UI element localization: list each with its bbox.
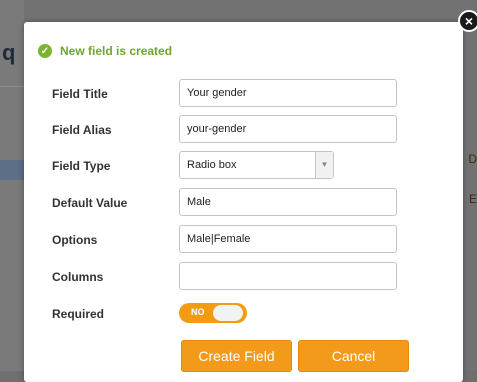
chevron-down-icon[interactable]: ▼: [315, 152, 333, 178]
options-row: Options: [0, 225, 477, 255]
toggle-state-text: NO: [191, 307, 205, 317]
field-title-input[interactable]: [179, 79, 397, 107]
options-label: Options: [52, 233, 98, 247]
field-title-label: Field Title: [52, 87, 108, 101]
close-icon[interactable]: ×: [458, 10, 477, 32]
default-value-row: Default Value: [0, 188, 477, 218]
field-type-label: Field Type: [52, 159, 111, 173]
required-label: Required: [52, 307, 105, 321]
toggle-knob[interactable]: [213, 305, 243, 321]
columns-input[interactable]: [179, 262, 397, 290]
check-circle-icon: ✓: [38, 44, 52, 58]
required-toggle[interactable]: NO: [179, 303, 247, 323]
field-alias-label: Field Alias: [52, 123, 112, 137]
cancel-button[interactable]: Cancel: [298, 340, 409, 372]
field-alias-row: Field Alias: [0, 115, 477, 145]
field-title-row: Field Title: [0, 79, 477, 109]
default-value-input[interactable]: [179, 188, 397, 216]
create-field-button[interactable]: Create Field: [181, 340, 292, 372]
columns-row: Columns: [0, 262, 477, 292]
options-input[interactable]: [179, 225, 397, 253]
columns-label: Columns: [52, 270, 104, 284]
field-type-selected-value: Radio box: [187, 159, 237, 171]
field-alias-input[interactable]: [179, 115, 397, 143]
success-text: New field is created: [60, 44, 173, 58]
background-partial-text: q: [2, 40, 16, 65]
field-type-select[interactable]: Radio box ▼: [179, 151, 334, 179]
required-row: Required NO: [0, 299, 477, 329]
success-message: ✓ New field is created: [38, 44, 172, 58]
default-value-label: Default Value: [52, 196, 128, 210]
field-type-row: Field Type Radio box ▼: [0, 151, 477, 181]
